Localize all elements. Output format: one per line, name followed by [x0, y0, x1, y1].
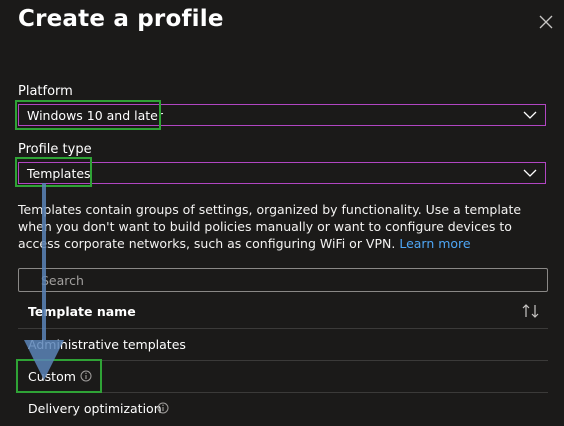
platform-dropdown[interactable]: Windows 10 and later: [18, 104, 546, 126]
platform-value: Windows 10 and later: [27, 108, 164, 123]
table-row[interactable]: Delivery optimization: [18, 393, 548, 425]
profile-type-value: Templates: [27, 166, 91, 181]
search-box[interactable]: [18, 268, 548, 292]
info-icon[interactable]: [157, 402, 169, 414]
close-icon[interactable]: [536, 12, 556, 32]
chevron-down-icon: [523, 111, 537, 119]
table-row[interactable]: Custom: [18, 361, 548, 393]
learn-more-link[interactable]: Learn more: [399, 236, 470, 251]
profile-type-label: Profile type: [18, 142, 92, 157]
info-icon[interactable]: [80, 370, 92, 382]
row-label: Administrative templates: [28, 337, 186, 352]
platform-label: Platform: [18, 84, 73, 99]
row-label: Custom: [28, 369, 76, 384]
column-header-template-name[interactable]: Template name: [28, 304, 136, 319]
description: Templates contain groups of settings, or…: [18, 201, 548, 252]
search-input[interactable]: [41, 271, 531, 289]
sort-icon[interactable]: [520, 303, 542, 319]
page-title: Create a profile: [18, 6, 224, 32]
row-label: Delivery optimization: [28, 401, 162, 416]
chevron-down-icon: [523, 169, 537, 177]
profile-type-dropdown[interactable]: Templates: [18, 162, 546, 184]
table-row[interactable]: Administrative templates: [18, 329, 548, 361]
